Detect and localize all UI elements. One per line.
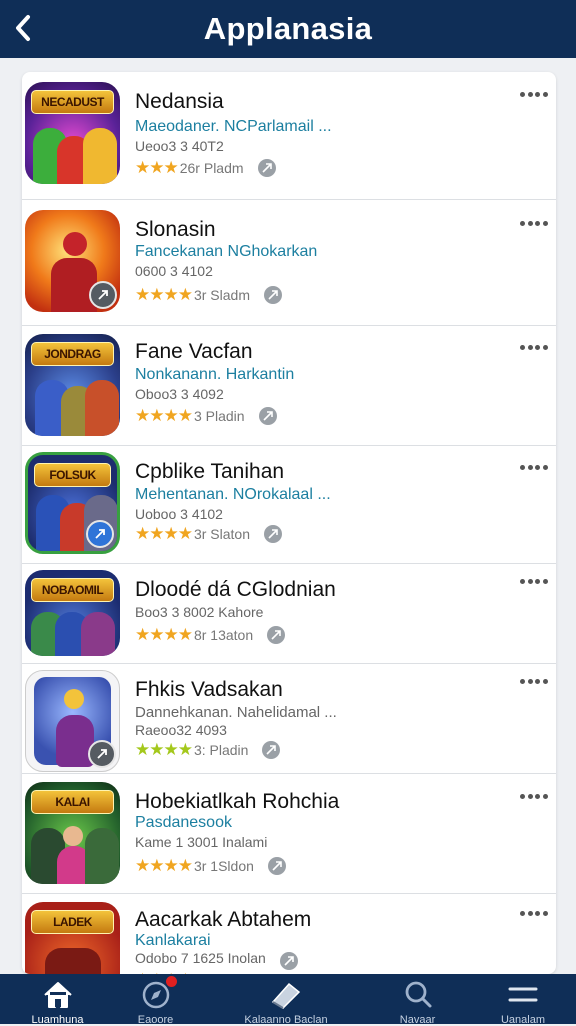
- share-icon[interactable]: [267, 626, 286, 644]
- tab-library[interactable]: Kalaanno Baclan: [226, 974, 346, 1026]
- rating-text: 3r 1Sldon: [193, 858, 254, 874]
- rating-text: 3: Pladin: [193, 742, 249, 758]
- share-icon[interactable]: [257, 159, 276, 177]
- app-name: Aacarkak Abtahem: [135, 908, 312, 931]
- app-info: Raeoo32 4093: [135, 722, 227, 738]
- more-options-button[interactable]: [520, 906, 548, 920]
- list-item[interactable]: JONDRAG Fane Vacfan Nonkanann. Harkantin…: [22, 326, 556, 446]
- share-icon[interactable]: [264, 525, 283, 543]
- compass-icon: [98, 980, 213, 1010]
- app-developer: Maeodaner. NCParlamail ...: [135, 118, 332, 135]
- book-icon: [226, 980, 346, 1010]
- star-rating: ★★★★: [135, 524, 193, 543]
- list-item[interactable]: Fhkis Vadsakan Dannehkanan. Nahelidamal …: [22, 664, 556, 774]
- star-rating: ★★★★: [135, 625, 193, 644]
- tab-menu[interactable]: Uanalam: [470, 974, 576, 1026]
- app-info: Uoboo 3 4102: [135, 506, 223, 522]
- star-rating: ★★★: [135, 158, 179, 177]
- app-info: Odobo 7 1625 Inolan: [135, 950, 266, 966]
- rating-text: 3r Sladm: [193, 287, 250, 303]
- app-icon: [25, 210, 120, 312]
- list-item[interactable]: Slonasin Fancekanan NGhokarkan 0600 3 41…: [22, 200, 556, 326]
- share-icon[interactable]: [264, 286, 282, 304]
- list-item[interactable]: LADEK Aacarkak Abtahem Kanlakarai Odobo …: [22, 894, 556, 974]
- app-icon: FOLSUK: [25, 452, 120, 554]
- app-developer: Fancekanan NGhokarkan: [135, 243, 318, 260]
- app-icon: KALAI: [25, 782, 120, 884]
- app-icon: NECADUST: [25, 82, 120, 184]
- download-icon[interactable]: [86, 520, 114, 548]
- download-icon[interactable]: [88, 740, 116, 768]
- app-name: Fhkis Vadsakan: [135, 678, 283, 701]
- app-developer: Pasdanesook: [135, 814, 232, 831]
- app-icon: [25, 670, 120, 772]
- bottom-tab-bar: Luamhuna Eaoore Kalaanno Baclan Navaar U…: [0, 974, 576, 1026]
- rating-text: 3 Pladin: [193, 408, 245, 424]
- app-icon: JONDRAG: [25, 334, 120, 436]
- app-name: Cpblike Tanihan: [135, 460, 285, 483]
- list-item[interactable]: NECADUST Nedansia Maeodaner. NCParlamail…: [22, 72, 556, 200]
- app-name: Slonasin: [135, 218, 216, 241]
- rating-line: ★★★★ 3r Slaton: [135, 524, 283, 544]
- share-icon[interactable]: [280, 952, 298, 970]
- tab-explore[interactable]: Eaoore: [98, 974, 213, 1026]
- tab-label: Uanalam: [500, 1014, 546, 1026]
- app-info: Ueoo3 3 40T2: [135, 138, 224, 154]
- list-item[interactable]: KALAI Hobekiatlkah Rohchia Pasdanesook K…: [22, 774, 556, 894]
- share-icon[interactable]: [267, 857, 286, 875]
- star-rating: ★★★★: [135, 406, 193, 425]
- app-icon: NOBAOMIL: [25, 570, 120, 656]
- rating-line: ★★★★ 3r 1Sldon: [135, 856, 286, 876]
- tab-label: Eaoore: [137, 1014, 174, 1026]
- rating-line: ★★★★ 3r Sladm: [135, 285, 282, 305]
- rating-line: ★★★ 26r Pladm: [135, 158, 276, 178]
- more-options-button[interactable]: [520, 574, 548, 588]
- more-options-button[interactable]: [520, 789, 548, 803]
- app-list: NECADUST Nedansia Maeodaner. NCParlamail…: [22, 72, 556, 974]
- more-options-button[interactable]: [520, 340, 548, 354]
- star-rating: ★★★★: [135, 285, 193, 304]
- star-rating: ★★★★: [135, 740, 193, 759]
- more-options-button[interactable]: [520, 87, 548, 101]
- search-icon: [360, 980, 475, 1010]
- app-icon: LADEK: [25, 902, 120, 974]
- page-title: Applanasia: [203, 11, 373, 46]
- star-rating: ★★★★: [135, 856, 193, 875]
- tab-label: Kalaanno Baclan: [244, 1014, 328, 1026]
- app-info: Boo3 3 8002 Kahore: [135, 604, 264, 620]
- download-icon[interactable]: [89, 281, 117, 309]
- rating-line: ★★★★ 3 Pladin: [135, 406, 277, 426]
- app-name: Hobekiatlkah Rohchia: [135, 790, 340, 813]
- more-options-button[interactable]: [520, 460, 548, 474]
- app-developer: Nonkanann. Harkantin: [135, 366, 295, 383]
- app-name: Dloodé dá CGlodnian: [135, 578, 336, 601]
- notification-badge: [166, 976, 177, 987]
- rating-text: 3r Slaton: [193, 526, 251, 542]
- app-info: 0600 3 4102: [135, 263, 213, 279]
- list-item[interactable]: NOBAOMIL Dloodé dá CGlodnian Boo3 3 8002…: [22, 564, 556, 664]
- app-info: Kame 1 3001 Inalami: [135, 834, 268, 850]
- share-icon[interactable]: [262, 741, 281, 759]
- menu-icon: [470, 980, 576, 1010]
- rating-line: ★★★★ 8r 13aton: [135, 625, 286, 645]
- app-name: Fane Vacfan: [135, 340, 253, 363]
- app-developer: Kanlakarai: [135, 932, 211, 949]
- rating-text: 26r Pladm: [179, 160, 244, 176]
- tab-label: Navaar: [399, 1014, 436, 1026]
- rating-text: 8r 13aton: [193, 627, 254, 643]
- app-developer: Mehentanan. NOrokalaal ...: [135, 486, 331, 503]
- app-developer: Dannehkanan. Nahelidamal ...: [135, 704, 337, 721]
- top-bar: Applanasia: [0, 0, 576, 58]
- rating-line: ★★★★ 3: Pladin: [135, 740, 281, 760]
- app-name: Nedansia: [135, 90, 224, 113]
- app-info: Oboo3 3 4092: [135, 386, 224, 402]
- share-icon[interactable]: [258, 407, 277, 425]
- list-item[interactable]: FOLSUK Cpblike Tanihan Mehentanan. NOrok…: [22, 446, 556, 564]
- more-options-button[interactable]: [520, 674, 548, 688]
- more-options-button[interactable]: [520, 216, 548, 230]
- tab-search[interactable]: Navaar: [360, 974, 475, 1026]
